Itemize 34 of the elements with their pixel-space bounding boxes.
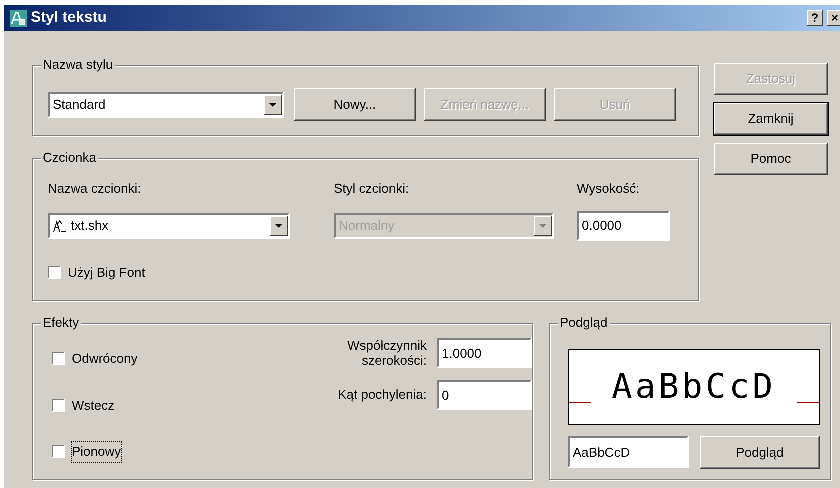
height-field[interactable]: 0.0000: [577, 210, 670, 240]
group-label: Podgląd: [558, 315, 610, 331]
oblique-angle-field[interactable]: 0: [437, 380, 532, 410]
field-label: Nazwa czcionki:: [48, 180, 142, 198]
field-label: Wysokość:: [577, 180, 641, 198]
field-label: Współczynnik szerokości:: [346, 338, 427, 368]
dialog-button[interactable]: Zamknij: [714, 103, 828, 135]
action-button[interactable]: Nowy...: [294, 88, 416, 121]
preview-sample: AaBbCcD: [610, 367, 778, 407]
group-label: Nazwa stylu: [41, 57, 116, 73]
checkbox-label[interactable]: Pionowy: [72, 442, 122, 462]
checkbox[interactable]: [48, 266, 61, 279]
font-icon: [53, 218, 67, 232]
preview-text-field[interactable]: AaBbCcD: [568, 436, 689, 468]
field-label: Kąt pochylenia:: [338, 386, 427, 404]
app-icon: [10, 10, 27, 26]
dropdown-value: Standard: [53, 96, 106, 114]
checkbox-label[interactable]: Odwrócony: [72, 349, 138, 368]
window-title: Styl tekstu: [31, 8, 108, 28]
width-factor-field[interactable]: 1.0000: [437, 338, 532, 368]
checkbox[interactable]: [52, 398, 65, 412]
checkbox-label[interactable]: Użyj Big Font: [68, 262, 146, 282]
close-button[interactable]: ×: [827, 10, 840, 26]
dropdown-value: txt.shx: [71, 216, 109, 235]
checkbox[interactable]: [52, 445, 65, 458]
field-label: Styl czcionki:: [334, 180, 410, 198]
checkbox[interactable]: [52, 352, 65, 366]
font-dropdown[interactable]: txt.shx: [48, 212, 290, 238]
preview-button[interactable]: Podgląd: [700, 436, 820, 469]
style-dropdown[interactable]: Standard: [48, 92, 284, 118]
dialog-button[interactable]: Pomoc: [714, 143, 828, 175]
checkbox-label[interactable]: Wstecz: [72, 396, 115, 415]
help-button[interactable]: ?: [807, 10, 823, 26]
group-label: Efekty: [41, 315, 82, 331]
